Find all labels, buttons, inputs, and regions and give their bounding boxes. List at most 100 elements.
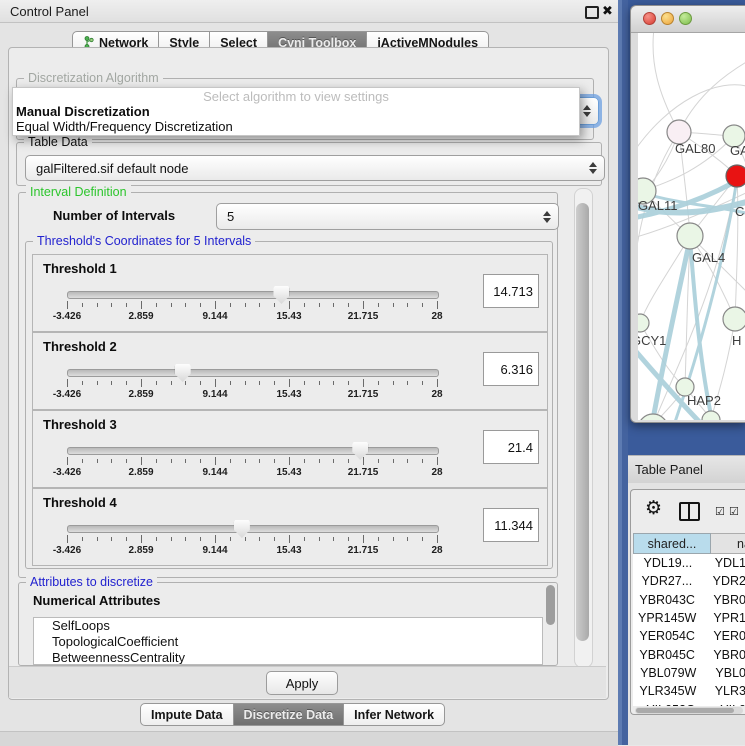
popup-option[interactable]: Manual Discretization bbox=[13, 104, 579, 119]
network-canvas[interactable]: GAL80 GA C GAL11 GAL4 GCY1 H HAP2 bbox=[638, 33, 745, 420]
table-header: shared... na bbox=[633, 533, 745, 554]
slider-ticks bbox=[67, 535, 437, 544]
close-traffic-light-icon[interactable] bbox=[643, 12, 656, 25]
popup-option[interactable]: Equal Width/Frequency Discretization bbox=[13, 119, 579, 134]
node-label: GAL80 bbox=[675, 141, 715, 156]
minimize-traffic-light-icon[interactable] bbox=[661, 12, 674, 25]
column-header-shared-name[interactable]: shared... bbox=[633, 533, 711, 554]
close-icon[interactable]: ✖ bbox=[602, 3, 613, 19]
node-gal4[interactable] bbox=[677, 223, 703, 249]
node-label: GA bbox=[730, 143, 745, 158]
network-window: GAL80 GA C GAL11 GAL4 GCY1 H HAP2 bbox=[630, 5, 745, 423]
numerical-attributes-list[interactable]: SelfLoopsTopologicalCoefficientBetweenne… bbox=[33, 617, 543, 665]
checkbox-icon[interactable]: ☑ bbox=[729, 505, 739, 518]
group-title: Table Data bbox=[24, 135, 92, 149]
threshold-label: Threshold 4 bbox=[43, 495, 117, 510]
table-panel-region: ⚙ ☑ ☑ shared... na YDL19...YDL1YDR27...Y… bbox=[628, 483, 745, 745]
combo-value: 5 bbox=[227, 209, 234, 224]
attributes-group: Attributes to discretize Numerical Attri… bbox=[18, 582, 558, 666]
slider-axis-labels: -3.4262.8599.14415.4321.71528 bbox=[67, 311, 437, 323]
zoom-traffic-light-icon[interactable] bbox=[679, 12, 692, 25]
threshold-value-field[interactable]: 21.4 bbox=[483, 430, 539, 464]
node-table-window: ⚙ ☑ ☑ shared... na YDL19...YDL1YDR27...Y… bbox=[630, 489, 745, 715]
table-row[interactable]: YBR045CYBR0 bbox=[633, 645, 745, 663]
tab-label: Infer Network bbox=[354, 708, 434, 722]
table-row[interactable]: YIL052CYIL0 bbox=[633, 700, 745, 706]
number-of-intervals-combobox[interactable]: 5 bbox=[216, 203, 559, 230]
algorithm-popup-options: Manual DiscretizationEqual Width/Frequen… bbox=[13, 104, 579, 134]
control-panel-titlebar: Control Panel ✖ bbox=[0, 0, 618, 23]
threshold-label: Threshold 3 bbox=[43, 417, 117, 432]
threshold-slider[interactable] bbox=[67, 447, 439, 455]
slider-ticks bbox=[67, 301, 437, 310]
threshold-slider[interactable] bbox=[67, 525, 439, 533]
group-title: Attributes to discretize bbox=[26, 575, 157, 589]
table-row[interactable]: YER054CYER0 bbox=[633, 627, 745, 645]
slider-ticks bbox=[67, 457, 437, 466]
node-gcy1[interactable] bbox=[638, 314, 649, 332]
gear-icon[interactable]: ⚙ bbox=[645, 499, 662, 518]
threshold-value-field[interactable]: 11.344 bbox=[483, 508, 539, 542]
node-partial-bottom[interactable] bbox=[702, 411, 720, 420]
table-panel-bar: Table Panel bbox=[628, 455, 745, 485]
node-label: GCY1 bbox=[638, 333, 666, 348]
list-item[interactable]: TopologicalCoefficient bbox=[34, 634, 542, 650]
horizontal-scrollbar-thumb[interactable] bbox=[636, 708, 734, 713]
node-h[interactable] bbox=[723, 307, 745, 331]
combo-arrows-icon bbox=[583, 98, 591, 124]
node-label: HAP2 bbox=[687, 393, 721, 408]
list-scrollbar[interactable] bbox=[546, 585, 555, 625]
node-label: H bbox=[732, 333, 741, 348]
table-data-group: Table Data galFiltered.sif default node bbox=[16, 142, 602, 186]
table-row[interactable]: YLR345WYLR3 bbox=[633, 682, 745, 700]
table-panel-title: Table Panel bbox=[635, 462, 703, 477]
tab-infer-network[interactable]: Infer Network bbox=[344, 703, 445, 726]
node-label: C bbox=[735, 204, 744, 219]
table-toolbar: ⚙ ☑ ☑ bbox=[631, 490, 745, 530]
numerical-attributes-label: Numerical Attributes bbox=[33, 593, 160, 608]
slider-ticks bbox=[67, 379, 437, 388]
thresholds-group: Threshold's Coordinates for 5 Intervals … bbox=[25, 241, 553, 569]
table-row[interactable]: YBL079WYBL0 bbox=[633, 664, 745, 682]
group-title: Discretization Algorithm bbox=[24, 71, 163, 85]
list-item[interactable]: BetweennessCentrality bbox=[34, 650, 542, 665]
slider-axis-labels: -3.4262.8599.14415.4321.71528 bbox=[67, 389, 437, 401]
node-selected-red[interactable] bbox=[726, 165, 745, 187]
threshold-value-field[interactable]: 6.316 bbox=[483, 352, 539, 386]
control-panel: Control Panel ✖ Network Style Select Cyn… bbox=[0, 0, 618, 745]
bottom-strip bbox=[0, 731, 618, 746]
table-row[interactable]: YDL19...YDL1 bbox=[633, 554, 745, 572]
column-header-name[interactable]: na bbox=[711, 533, 745, 554]
node-label: GAL4 bbox=[692, 250, 725, 265]
threshold-row-4: Threshold 4 -3.4262.8599.14415.4321.7152… bbox=[32, 488, 548, 566]
combo-arrows-icon bbox=[543, 204, 551, 229]
network-graph: GAL80 GA C GAL11 GAL4 GCY1 H HAP2 bbox=[638, 33, 745, 420]
interval-definition-group: Interval Definition Number of Intervals … bbox=[18, 192, 558, 578]
popup-hint: Select algorithm to view settings bbox=[13, 88, 579, 104]
combo-arrows-icon bbox=[589, 156, 597, 180]
columns-icon[interactable] bbox=[679, 502, 700, 521]
threshold-row-1: Threshold 1 -3.4262.8599.14415.4321.7152… bbox=[32, 254, 548, 332]
group-title: Interval Definition bbox=[26, 185, 131, 199]
panel-title: Control Panel bbox=[10, 4, 89, 19]
threshold-label: Threshold 2 bbox=[43, 339, 117, 354]
tab-impute-data[interactable]: Impute Data bbox=[140, 703, 234, 726]
threshold-value-field[interactable]: 14.713 bbox=[483, 274, 539, 308]
apply-button[interactable]: Apply bbox=[266, 671, 338, 695]
list-item[interactable]: SelfLoops bbox=[34, 618, 542, 634]
checkbox-icon[interactable]: ☑ bbox=[715, 505, 725, 518]
threshold-slider[interactable] bbox=[67, 291, 439, 299]
panel-scrollbar-thumb[interactable] bbox=[576, 203, 589, 641]
float-window-icon[interactable] bbox=[585, 6, 599, 19]
node-partial-bottom-left[interactable] bbox=[638, 414, 668, 420]
tab-discretize-data[interactable]: Discretize Data bbox=[234, 703, 345, 726]
network-window-titlebar bbox=[631, 6, 745, 33]
threshold-slider[interactable] bbox=[67, 369, 439, 377]
cyni-bottom-tabs: Impute Data Discretize Data Infer Networ… bbox=[140, 703, 445, 726]
table-row[interactable]: YPR145WYPR1 bbox=[633, 609, 745, 627]
combo-value: galFiltered.sif default node bbox=[36, 161, 188, 176]
table-data-combobox[interactable]: galFiltered.sif default node bbox=[25, 155, 605, 181]
table-row[interactable]: YDR27...YDR2 bbox=[633, 572, 745, 590]
threshold-row-2: Threshold 2 -3.4262.8599.14415.4321.7152… bbox=[32, 332, 548, 410]
table-row[interactable]: YBR043CYBR0 bbox=[633, 591, 745, 609]
